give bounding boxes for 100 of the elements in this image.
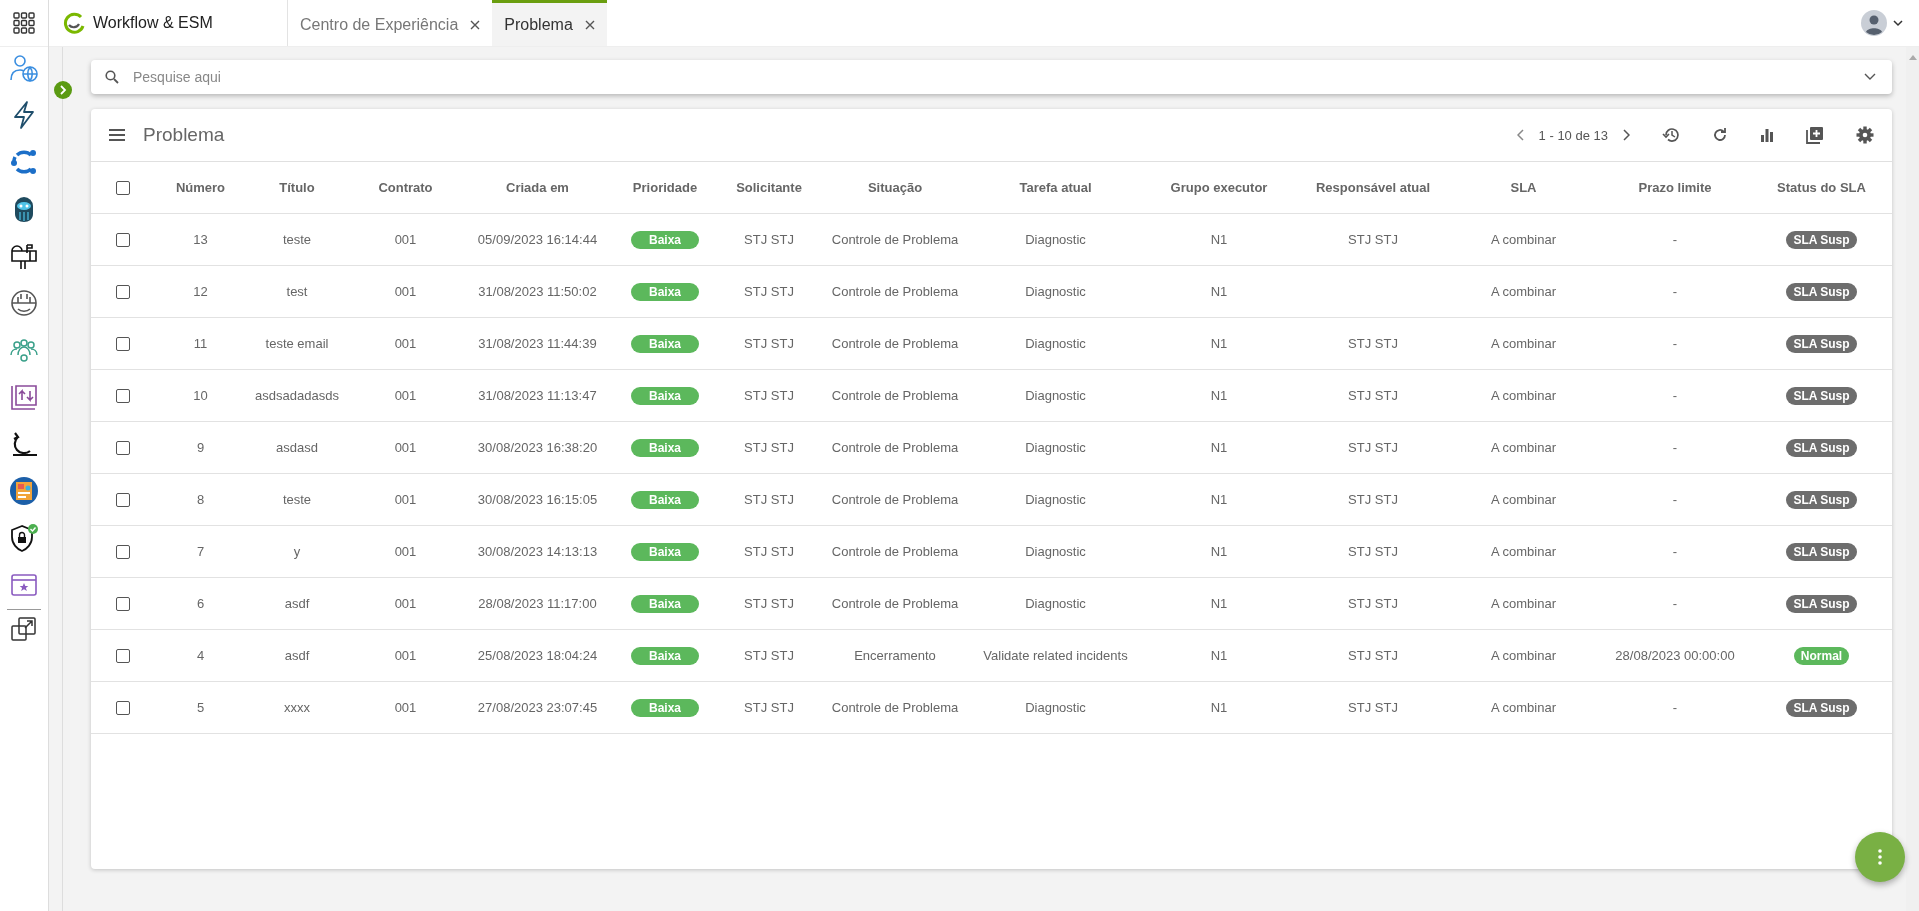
table-cell: N1 (1210, 596, 1228, 611)
column-header[interactable]: Prioridade (632, 180, 698, 195)
priority-badge: Baixa (631, 386, 699, 405)
close-icon[interactable] (470, 19, 481, 30)
expand-button[interactable] (54, 81, 72, 99)
dashboard-icon[interactable] (9, 476, 39, 506)
external-window-icon[interactable] (10, 615, 38, 643)
chevron-down-icon[interactable] (1864, 73, 1876, 81)
table-cell: - (1672, 700, 1678, 715)
table-cell: A combinar (1490, 648, 1556, 663)
table-cell: Diagnostic (1025, 544, 1086, 559)
table-cell: - (1672, 440, 1678, 455)
table-cell: 8 (196, 492, 205, 507)
column-header[interactable]: Contrato (378, 180, 433, 195)
table-cell: 13 (193, 232, 208, 247)
column-header[interactable]: Grupo executor (1170, 180, 1268, 195)
table-cell: 001 (394, 232, 417, 247)
column-header[interactable]: Número (175, 180, 226, 195)
bar-chart-icon[interactable] (1760, 128, 1774, 142)
row-checkbox[interactable] (115, 232, 130, 247)
panel-title: Problema (143, 124, 225, 146)
table-cell: 31/08/2023 11:44:39 (478, 336, 597, 351)
table-cell: STJ STJ (1348, 388, 1398, 403)
column-header[interactable]: Criada em (506, 180, 569, 195)
row-checkbox[interactable] (115, 648, 130, 663)
column-header[interactable]: Prazo limite (1638, 180, 1712, 195)
column-header[interactable]: Situação (867, 180, 923, 195)
shield-lock-icon[interactable] (9, 523, 39, 553)
tab[interactable]: Problema (492, 0, 607, 46)
table-cell: Diagnostic (1025, 336, 1086, 351)
priority-badge: Baixa (631, 334, 699, 353)
table-cell: test (286, 284, 308, 299)
menu-icon[interactable] (109, 129, 125, 141)
chevron-left-icon[interactable] (1516, 129, 1525, 141)
table-cell: 11 (193, 336, 208, 351)
search-field[interactable]: Pesquise aqui (131, 68, 1852, 86)
chevron-right-icon[interactable] (1622, 129, 1630, 141)
close-icon[interactable] (584, 19, 595, 30)
table-cell: A combinar (1490, 232, 1556, 247)
table-cell: - (1672, 388, 1678, 403)
table-cell: 001 (394, 492, 417, 507)
search-bar[interactable]: Pesquise aqui (91, 60, 1892, 94)
search-icon (105, 70, 119, 84)
table-cell: teste (282, 232, 312, 247)
table-cell: 001 (394, 440, 417, 455)
table-cell: 001 (394, 284, 417, 299)
refresh-icon[interactable] (1712, 127, 1728, 143)
table-cell: - (1672, 492, 1678, 507)
table-cell: STJ STJ (1348, 648, 1398, 663)
row-checkbox[interactable] (115, 284, 130, 299)
table-cell: STJ STJ (744, 700, 794, 715)
add-copy-icon[interactable] (1806, 126, 1824, 144)
table-cell: asdf (284, 596, 310, 611)
row-checkbox[interactable] (115, 596, 130, 611)
row-checkbox[interactable] (115, 336, 130, 351)
column-header[interactable]: Solicitante (736, 180, 802, 195)
table-cell: STJ STJ (1348, 492, 1398, 507)
column-header[interactable]: Status do SLA (1777, 180, 1866, 195)
app-title: Workflow & ESM (93, 14, 213, 32)
apps-grid-icon[interactable] (13, 12, 35, 34)
row-checkbox[interactable] (115, 492, 130, 507)
table-cell: y (293, 544, 301, 559)
table-cell: 7 (196, 544, 205, 559)
sla-status-badge: SLA Susp (1786, 438, 1857, 457)
column-header[interactable]: SLA (1510, 180, 1537, 195)
avatar-icon[interactable] (1861, 10, 1887, 36)
table-cell: - (1672, 336, 1678, 351)
row-checkbox[interactable] (115, 388, 130, 403)
table-cell: Diagnostic (1025, 284, 1086, 299)
settings-icon[interactable] (1856, 126, 1874, 144)
caret-icon[interactable] (1893, 19, 1903, 27)
sla-status-badge: SLA Susp (1786, 698, 1857, 717)
column-header[interactable]: Título (279, 180, 315, 195)
priority-badge: Baixa (631, 490, 699, 509)
history-icon[interactable] (1662, 126, 1680, 144)
mailbox-icon[interactable] (9, 241, 39, 271)
table-cell: Diagnostic (1025, 232, 1086, 247)
table-cell: 10 (193, 388, 208, 403)
table-cell: 9 (196, 440, 205, 455)
table-cell: STJ STJ (1348, 596, 1398, 611)
select-all-checkbox[interactable] (115, 180, 130, 195)
priority-badge: Baixa (631, 698, 699, 717)
table-cell: Diagnostic (1025, 388, 1086, 403)
person-globe-icon[interactable] (9, 53, 39, 83)
table-cell: A combinar (1490, 492, 1556, 507)
table-cell: Diagnostic (1025, 440, 1086, 455)
more-options-button[interactable] (1855, 832, 1905, 882)
chart-arrows-icon[interactable] (9, 382, 39, 412)
column-header[interactable]: Tarefa atual (1019, 180, 1092, 195)
row-checkbox[interactable] (115, 700, 130, 715)
table-cell: 30/08/2023 16:15:05 (477, 492, 598, 507)
table-cell: 12 (193, 284, 208, 299)
table-cell: xxxx (284, 700, 310, 715)
table-cell: 31/08/2023 11:50:02 (478, 284, 597, 299)
row-checkbox[interactable] (115, 440, 130, 455)
table-cell: A combinar (1490, 596, 1556, 611)
row-checkbox[interactable] (115, 544, 130, 559)
column-header[interactable]: Responsável atual (1315, 180, 1431, 195)
table-cell: 30/08/2023 14:13:13 (477, 544, 598, 559)
tab[interactable]: Centro de Experiência (288, 0, 493, 46)
